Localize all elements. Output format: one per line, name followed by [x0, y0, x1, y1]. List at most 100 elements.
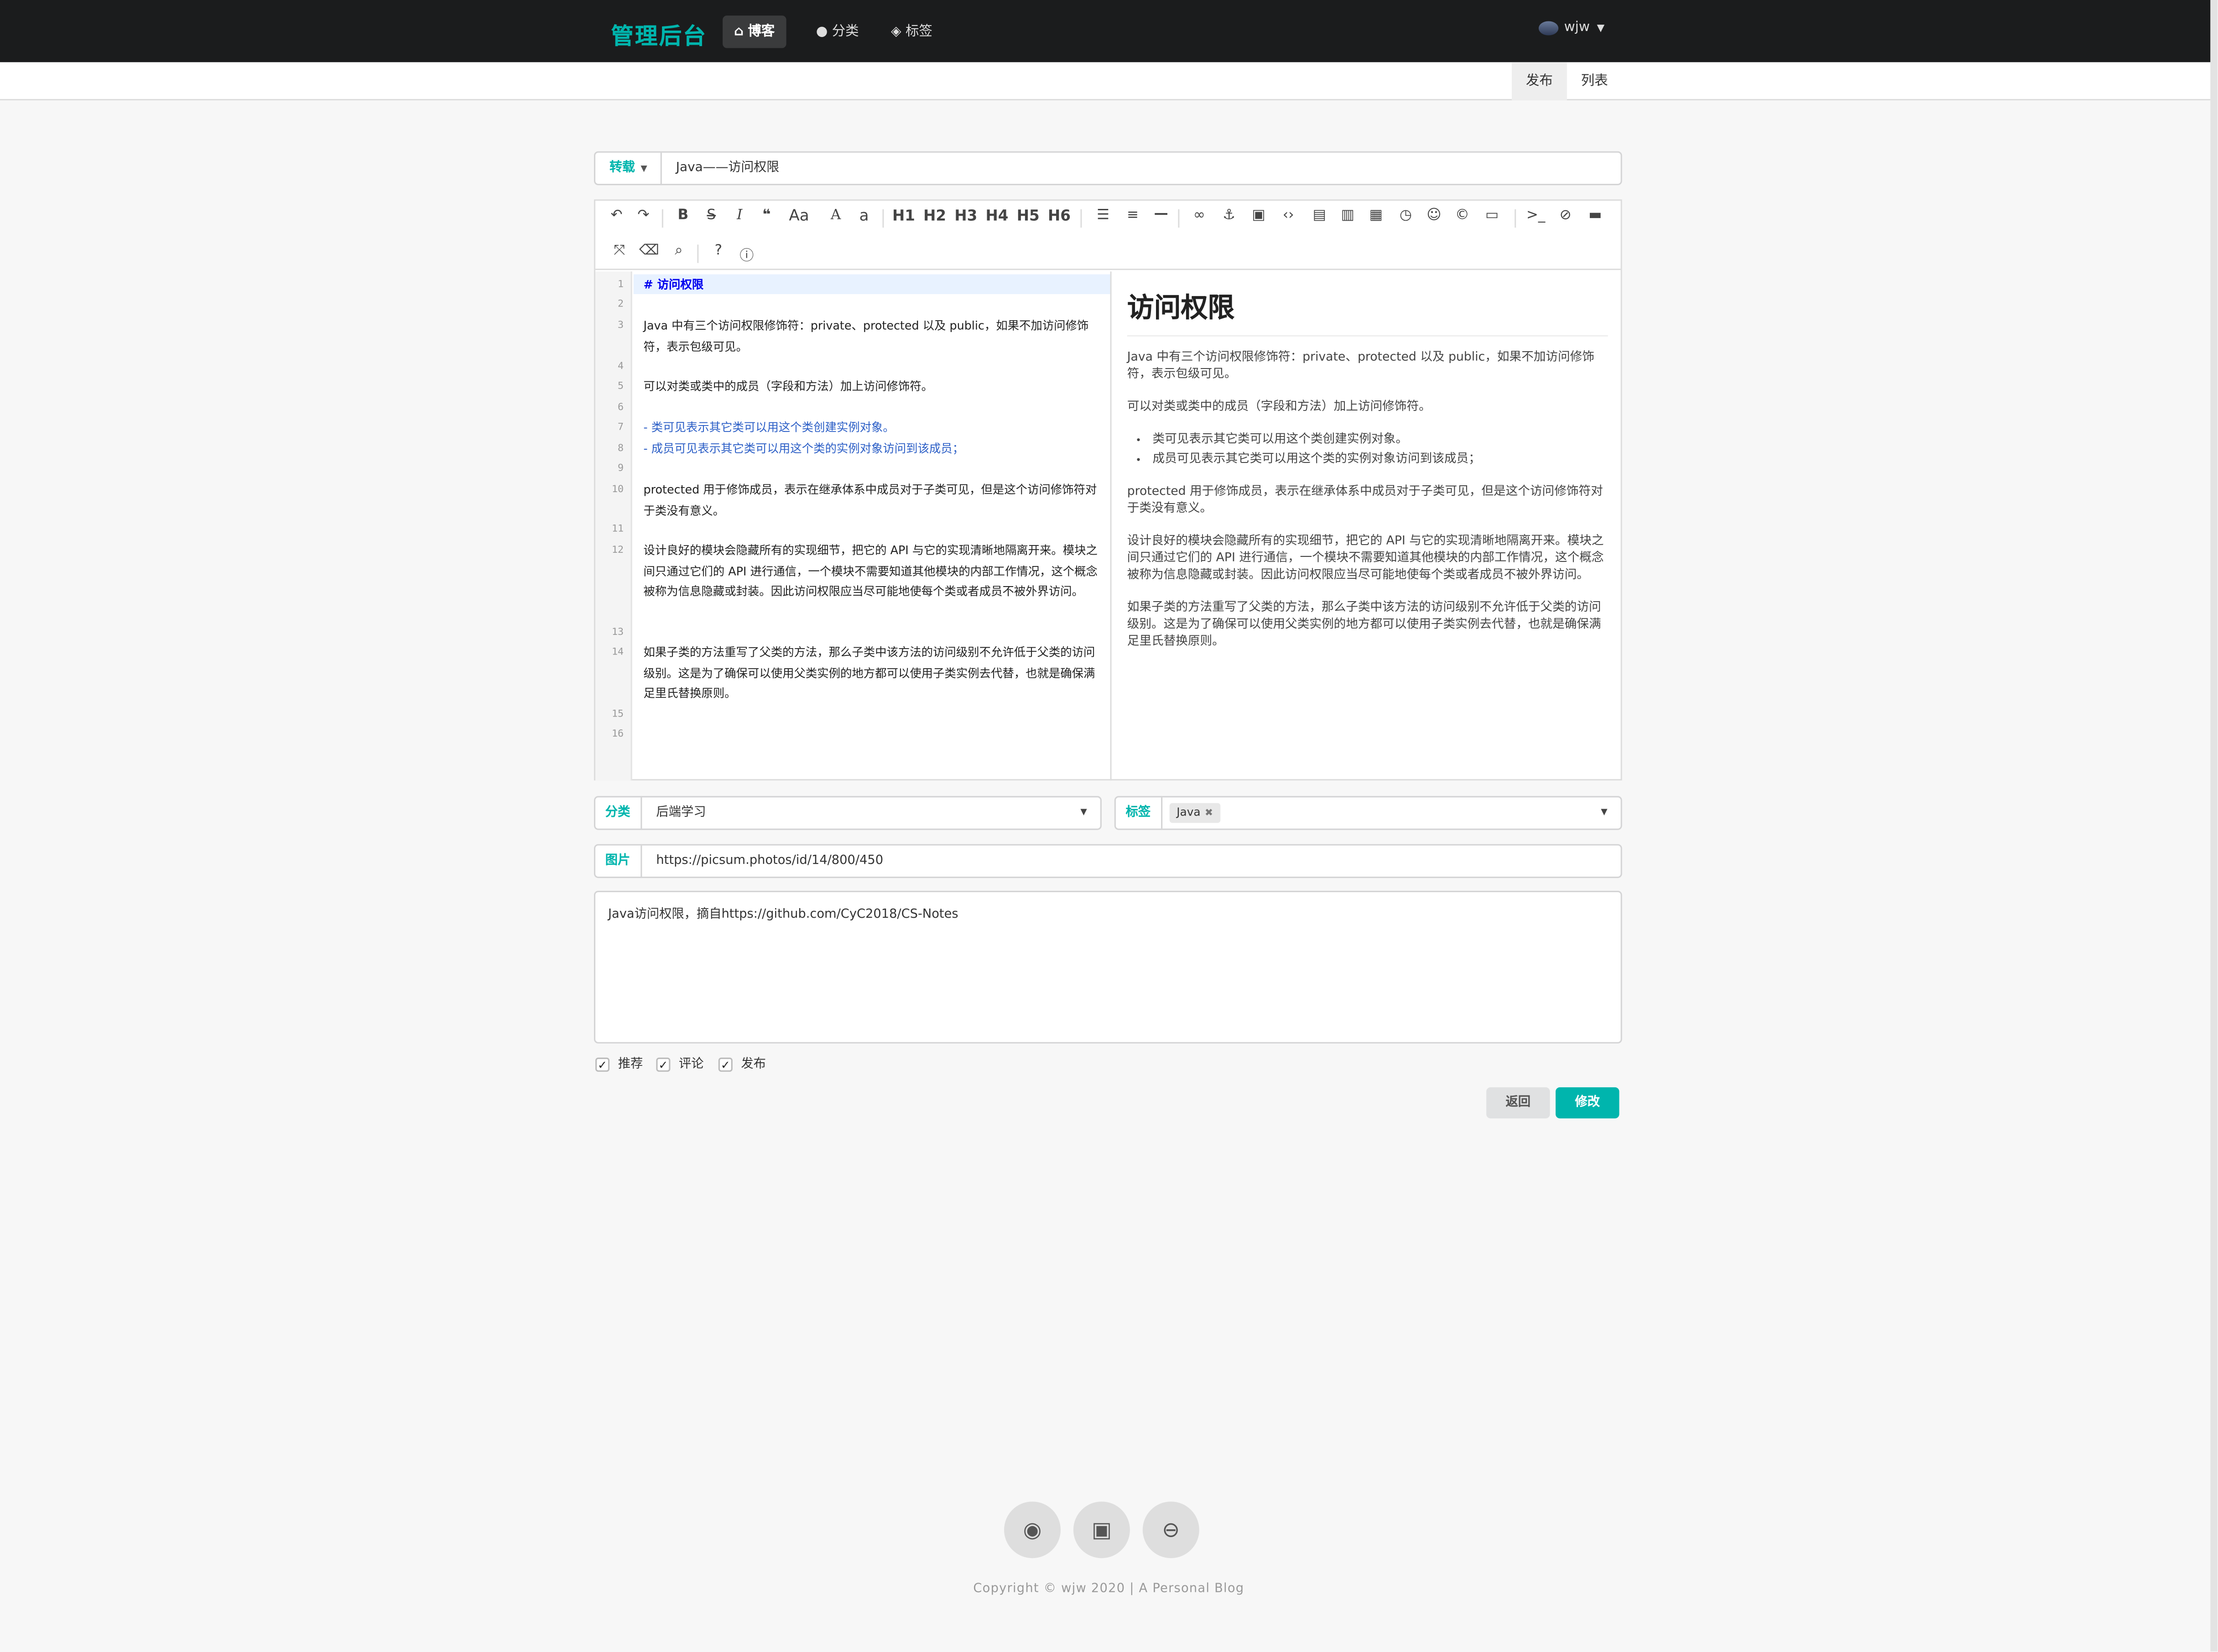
comment-checkbox[interactable]: ✓ 评论	[656, 1056, 704, 1073]
quote-icon[interactable]: ❝	[754, 208, 779, 223]
chevron-down-icon: ▼	[1597, 22, 1605, 34]
bold-icon[interactable]: B	[670, 208, 696, 223]
title-input[interactable]: Java——访问权限	[676, 153, 779, 184]
nav-item-blog[interactable]: ⌂ 博客	[723, 16, 786, 48]
html-entities-icon[interactable]: ©	[1450, 208, 1475, 223]
top-navbar: 管理后台 ⌂ 博客 ● 分类 ◈ 标签 wjw ▼	[0, 0, 2211, 62]
tags-label: 标签	[1116, 797, 1162, 829]
lowercase-icon[interactable]: a	[851, 207, 877, 225]
brand-title[interactable]: 管理后台	[611, 17, 707, 51]
nav-item-tags[interactable]: ◈ 标签	[880, 16, 944, 48]
h5-button[interactable]: H5	[1014, 208, 1042, 225]
search-icon[interactable]: ⌕	[666, 243, 692, 259]
code-line: 如果子类的方法重写了父类的方法，那么子类中该方法的访问级别不允许低于父类的访问级…	[643, 644, 1095, 700]
markdown-source[interactable]: # 访问权限 Java 中有三个访问权限修饰符：private、protecte…	[633, 271, 1110, 780]
split-divider[interactable]	[1110, 271, 1112, 781]
capitalize-icon[interactable]: A	[823, 208, 849, 223]
eye-slash-icon[interactable]: ⊘	[1553, 208, 1578, 223]
info-icon[interactable]: ⓘ	[734, 243, 760, 265]
tab-list[interactable]: 列表	[1567, 62, 1622, 100]
line-number: 12	[611, 544, 624, 556]
code-file-icon[interactable]: ▤	[1307, 208, 1332, 223]
line-number: 15	[611, 708, 624, 720]
table-icon[interactable]: ▦	[1363, 208, 1389, 223]
h2-button[interactable]: H2	[921, 208, 949, 225]
h6-button[interactable]: H6	[1045, 208, 1073, 225]
horizontal-rule-icon[interactable]: —	[1148, 207, 1174, 222]
line-number: 11	[611, 523, 624, 535]
list-item: 成员可见表示其它类可以用这个类的实例对象访问到该成员；	[1153, 451, 1608, 468]
h3-button[interactable]: H3	[952, 208, 980, 225]
check-icon: ✓	[656, 1057, 671, 1071]
preview-paragraph: 可以对类或类中的成员（字段和方法）加上访问修饰符。	[1127, 400, 1431, 415]
image-icon[interactable]: ▣	[1246, 208, 1271, 223]
scrollbar-track[interactable]	[2210, 0, 2218, 1652]
line-number: 6	[618, 401, 624, 413]
post-type-dropdown[interactable]: 转载 ▼	[595, 152, 662, 184]
pagebreak-icon[interactable]: ▭	[1479, 208, 1505, 223]
tags-select[interactable]: 标签 Java ✖ ▼	[1114, 796, 1622, 830]
line-number: 7	[618, 421, 624, 433]
uppercase-icon[interactable]: Aa	[786, 207, 812, 225]
code-line: protected 用于修饰成员，表示在继承体系中成员对于子类可见，但是这个访问…	[643, 482, 1097, 517]
fullscreen-icon[interactable]: ⤧	[607, 243, 632, 259]
line-number: 16	[611, 728, 624, 740]
datetime-icon[interactable]: ◷	[1393, 208, 1419, 223]
chevron-down-icon: ▼	[1601, 807, 1608, 817]
unordered-list-icon[interactable]: ☰	[1090, 208, 1116, 223]
ordered-list-icon[interactable]: ≡	[1120, 208, 1145, 223]
anchor-icon[interactable]: ⚓	[1216, 208, 1242, 223]
eraser-icon[interactable]: ⌫	[636, 243, 662, 259]
chevron-down-icon: ▼	[640, 164, 647, 174]
line-number: 9	[618, 462, 624, 474]
wechat-icon[interactable]: ▣	[1073, 1501, 1130, 1558]
title-field: 转载 ▼ Java——访问权限	[594, 151, 1622, 186]
italic-icon[interactable]: I	[727, 208, 752, 223]
image-url-input[interactable]: https://picsum.photos/id/14/800/450	[656, 846, 883, 877]
category-value: 后端学习	[656, 806, 706, 820]
description-textarea[interactable]: Java访问权限，摘自https://github.com/CyC2018/CS…	[594, 891, 1622, 1044]
line-number: 14	[611, 646, 624, 658]
markdown-preview: 访问权限 Java 中有三个访问权限修饰符：private、protected …	[1127, 271, 1608, 780]
line-number: 2	[618, 298, 624, 310]
strikethrough-icon[interactable]: S	[698, 208, 724, 223]
tag-chip[interactable]: Java ✖	[1169, 803, 1220, 823]
close-icon[interactable]: ✖	[1205, 807, 1213, 819]
recommend-checkbox[interactable]: ✓ 推荐	[595, 1056, 643, 1073]
code-icon[interactable]: ‹›	[1276, 208, 1301, 223]
markdown-editor: ↶ ↷ B S I ❝ Aa A a H1 H2 H3 H4 H5 H6 ☰ ≡…	[594, 199, 1622, 781]
check-icon: ✓	[718, 1057, 733, 1071]
chevron-down-icon: ▼	[1080, 807, 1087, 817]
desktop-icon[interactable]: ▬	[1583, 208, 1608, 223]
undo-icon[interactable]: ↶	[604, 208, 630, 223]
line-number: 8	[618, 442, 624, 454]
h1-button[interactable]: H1	[890, 208, 918, 225]
copyright: Copyright © wjw 2020 | A Personal Blog	[973, 1582, 1244, 1596]
github-icon[interactable]: ◉	[1004, 1501, 1061, 1558]
code-line: - 成员可见表示其它类可以用这个类的实例对象访问到该成员；	[643, 441, 964, 456]
line-number: 1	[618, 278, 624, 290]
code-block-icon[interactable]: ▥	[1335, 208, 1360, 223]
nav-item-category[interactable]: ● 分类	[805, 16, 870, 48]
code-line: 可以对类或类中的成员（字段和方法）加上访问修饰符。	[643, 379, 933, 393]
blog-icon[interactable]: ⊖	[1142, 1501, 1199, 1558]
preview-paragraph: Java 中有三个访问权限修饰符：private、protected 以及 pu…	[1127, 350, 1594, 382]
terminal-icon[interactable]: >_	[1523, 208, 1549, 223]
list-item: 类可见表示其它类可以用这个类创建实例对象。	[1153, 431, 1608, 448]
help-icon[interactable]: ?	[706, 243, 731, 259]
link-icon[interactable]: ∞	[1187, 208, 1212, 223]
emoji-icon[interactable]: ☺	[1421, 208, 1447, 223]
line-number: 3	[618, 319, 624, 331]
redo-icon[interactable]: ↷	[631, 208, 656, 223]
category-select[interactable]: 分类 后端学习 ▼	[594, 796, 1102, 830]
line-number: 5	[618, 380, 624, 392]
save-button[interactable]: 修改	[1556, 1087, 1619, 1119]
publish-checkbox[interactable]: ✓ 发布	[718, 1056, 766, 1073]
h4-button[interactable]: H4	[983, 208, 1011, 225]
lightbulb-icon: ●	[816, 24, 828, 40]
tab-publish[interactable]: 发布	[1511, 62, 1567, 101]
back-button[interactable]: 返回	[1486, 1087, 1550, 1119]
page: 管理后台 ⌂ 博客 ● 分类 ◈ 标签 wjw ▼ 发布 列表 转载 ▼ Java——访问…	[0, 0, 2218, 1652]
user-menu[interactable]: wjw ▼	[1538, 20, 1605, 36]
avatar	[1538, 20, 1559, 35]
